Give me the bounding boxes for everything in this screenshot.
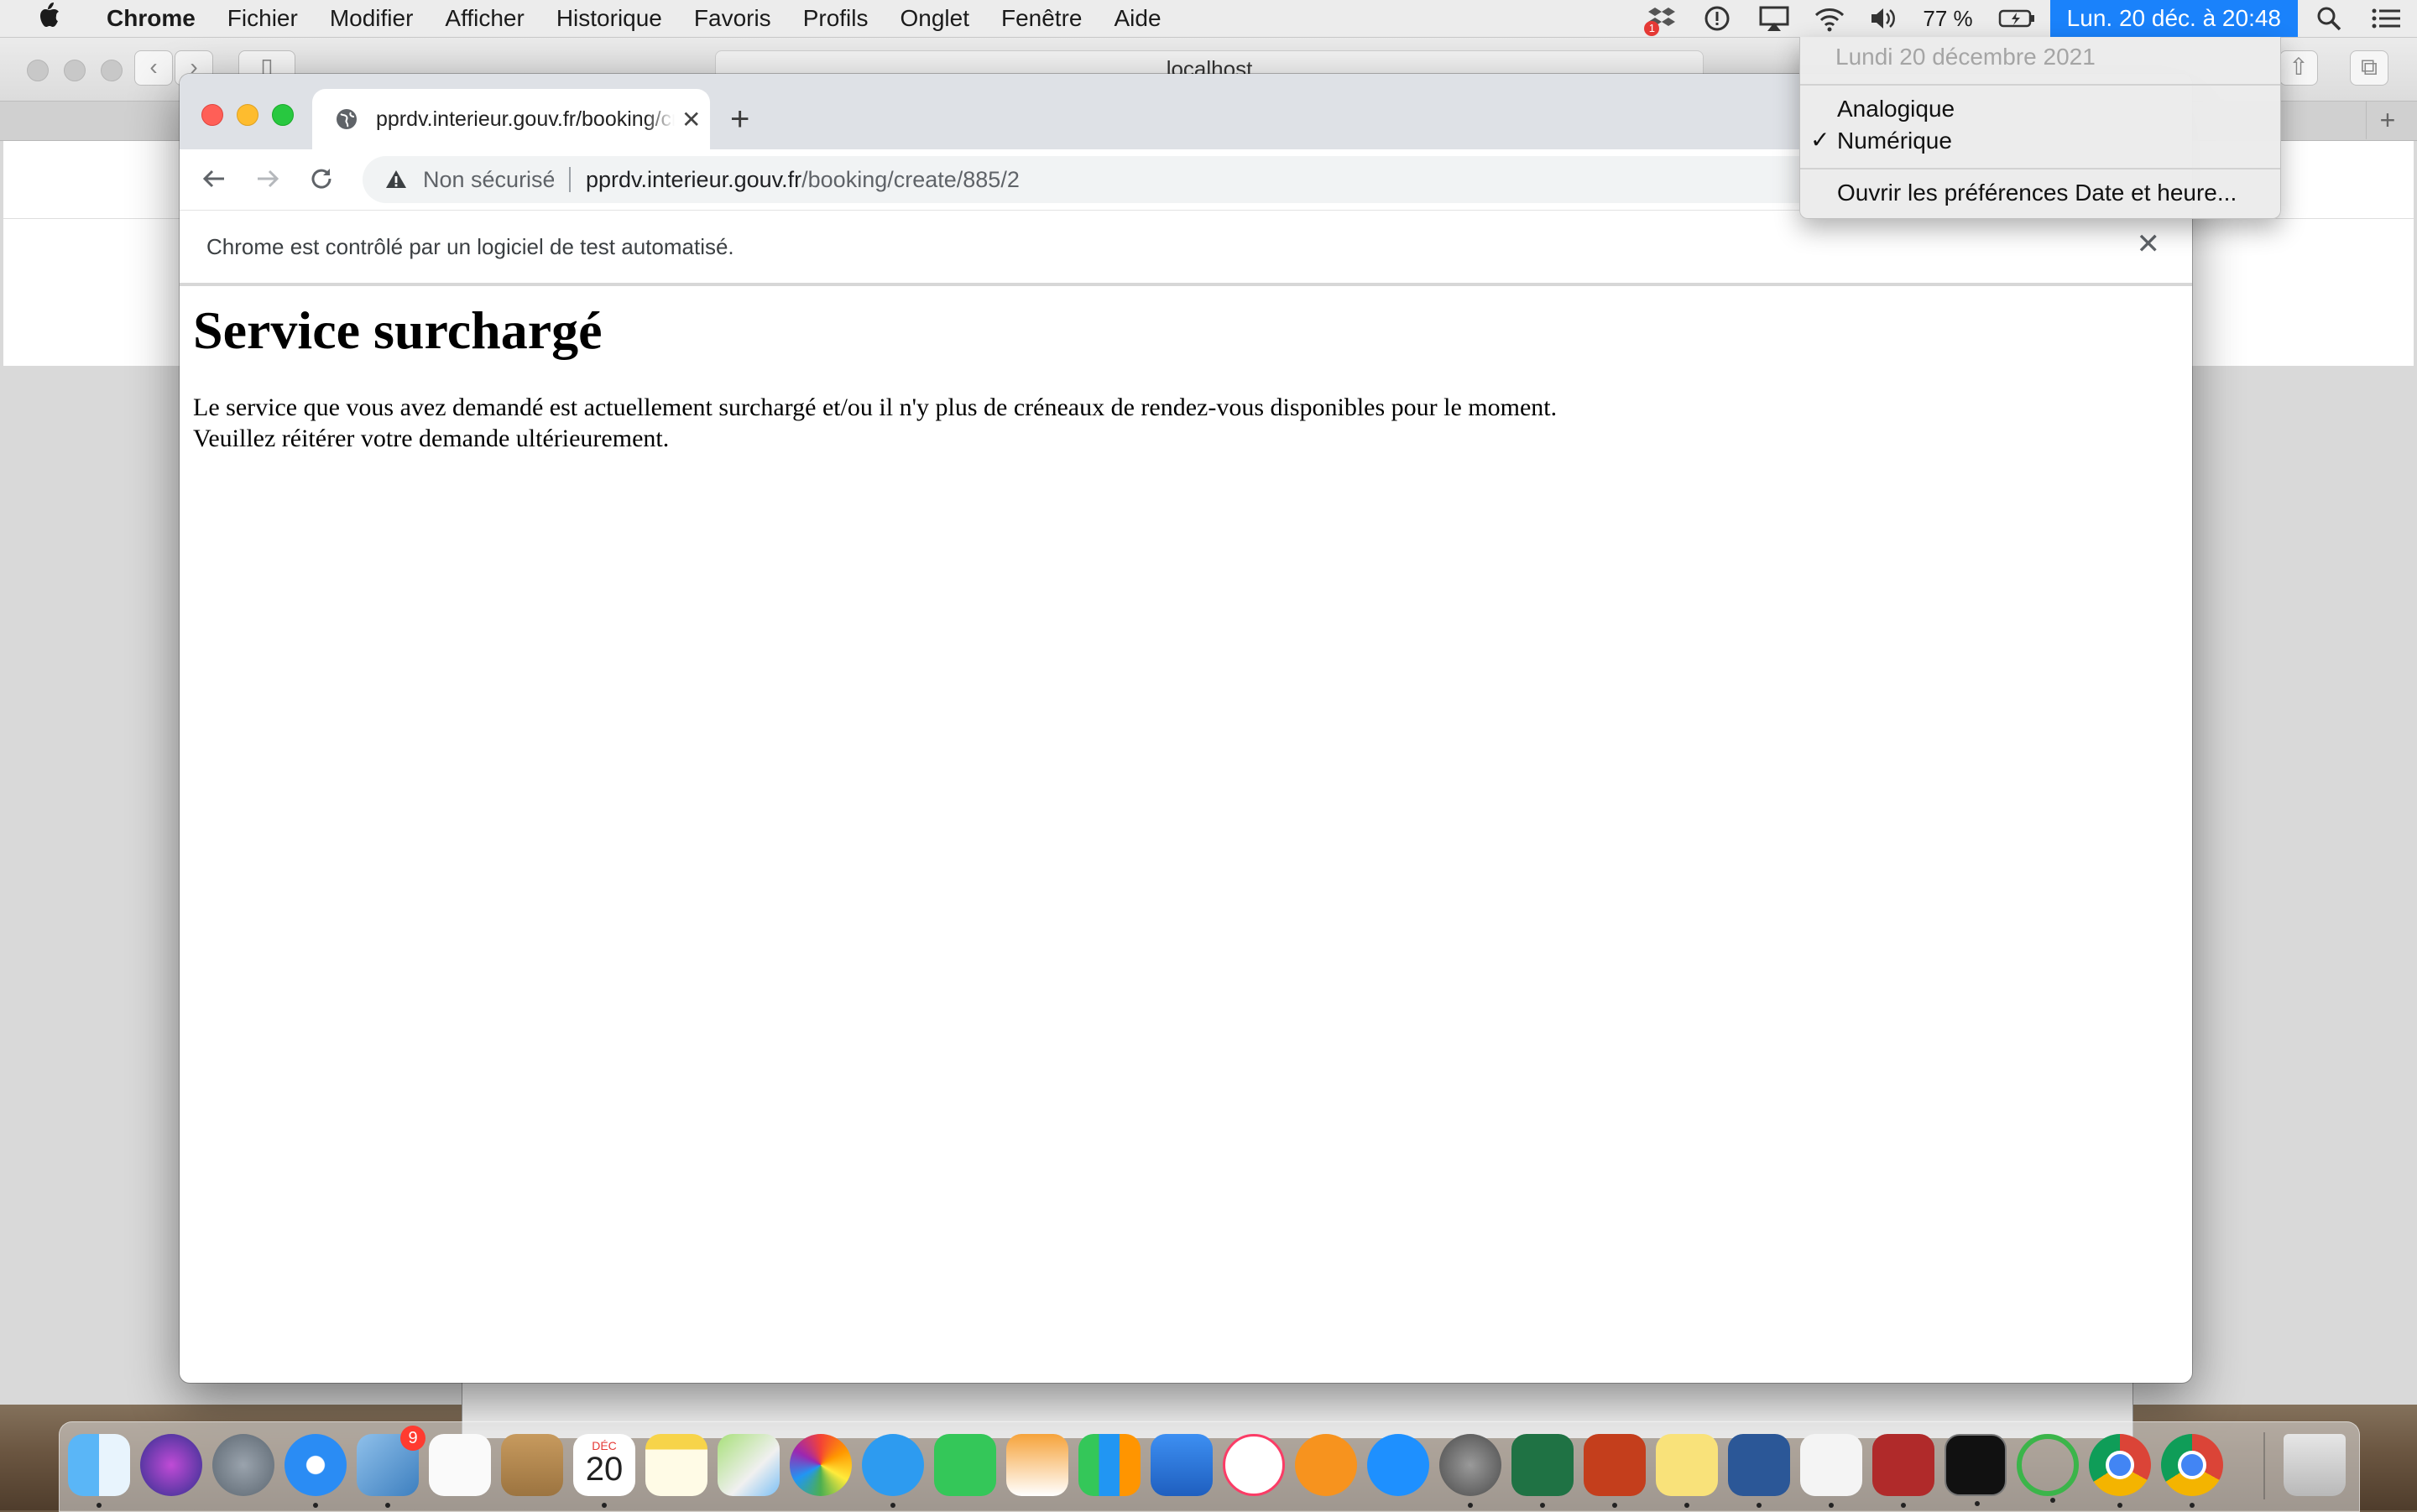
- excel-icon[interactable]: [1511, 1434, 1574, 1508]
- chrome-icon[interactable]: [2089, 1434, 2151, 1508]
- terminal-icon[interactable]: [1945, 1434, 2007, 1506]
- menu-aide[interactable]: Aide: [1098, 5, 1177, 32]
- apple-menu-icon[interactable]: [32, 1, 65, 36]
- page-content: Service surchargé Le service que vous av…: [180, 300, 2192, 454]
- infobar-message: Chrome est contrôlé par un logiciel de t…: [206, 234, 734, 259]
- mail-icon[interactable]: 9: [357, 1426, 425, 1508]
- background-back-button[interactable]: ‹: [134, 50, 173, 86]
- dropbox-badge: 1: [1644, 21, 1660, 36]
- minimize-window-button[interactable]: [237, 104, 258, 126]
- safari-icon[interactable]: [285, 1434, 347, 1508]
- security-label[interactable]: Non sécurisé: [423, 167, 554, 193]
- battery-percentage: 77 %: [1923, 5, 1973, 31]
- forward-arrow-icon[interactable]: [255, 166, 280, 198]
- menu-afficher[interactable]: Afficher: [429, 5, 540, 32]
- page-message-line-1: Le service que vous avez demandé est act…: [193, 394, 1558, 421]
- menu-profils[interactable]: Profils: [787, 5, 885, 32]
- zoom-window-button[interactable]: [272, 104, 294, 126]
- menu-app-name[interactable]: Chrome: [91, 5, 211, 32]
- dock-separator: [2263, 1432, 2265, 1499]
- automation-infobar: Chrome est contrôlé par un logiciel de t…: [180, 211, 2192, 286]
- back-arrow-icon[interactable]: [201, 166, 227, 198]
- close-window-button[interactable]: [201, 104, 223, 126]
- activity-monitor-icon[interactable]: [2017, 1434, 2079, 1503]
- menu-item-numerique[interactable]: Numérique: [1837, 128, 1952, 154]
- url-path[interactable]: /booking/create/885/2: [801, 167, 1020, 193]
- chrome-window: pprdv.interieur.gouv.fr/booking/create/8…: [180, 74, 2192, 1383]
- airplay-icon[interactable]: [1758, 4, 1789, 33]
- reload-icon[interactable]: [309, 166, 334, 198]
- keynote-icon[interactable]: [1151, 1434, 1213, 1496]
- background-tabs-button[interactable]: ⧉: [2350, 50, 2388, 86]
- close-tab-icon[interactable]: ✕: [681, 106, 701, 133]
- active-tab[interactable]: pprdv.interieur.gouv.fr/booking/create/8…: [312, 89, 710, 149]
- new-tab-button[interactable]: +: [730, 102, 749, 136]
- launchpad-icon[interactable]: [212, 1434, 274, 1496]
- zotero-icon[interactable]: [1872, 1434, 1934, 1508]
- checkmark-icon: ✓: [1810, 127, 1830, 153]
- menu-fenetre[interactable]: Fenêtre: [985, 5, 1099, 32]
- notification-center-icon[interactable]: [2370, 4, 2400, 33]
- menubar-status-area: 1 77 % Lun. 20 déc. à 20:48: [1634, 0, 2417, 37]
- stickies-icon[interactable]: [1656, 1434, 1718, 1508]
- pages-icon[interactable]: [1006, 1434, 1068, 1496]
- reminders-icon[interactable]: [429, 1434, 491, 1496]
- calendar-day: 20: [585, 1451, 624, 1488]
- wifi-icon[interactable]: [1814, 4, 1845, 33]
- background-share-button[interactable]: ⇧: [2279, 50, 2318, 86]
- app-store-icon[interactable]: [1367, 1434, 1429, 1496]
- notes-icon[interactable]: [645, 1434, 707, 1496]
- siri-icon[interactable]: [140, 1434, 202, 1496]
- dropbox-icon[interactable]: 1: [1644, 4, 1676, 36]
- date-header: Lundi 20 décembre 2021: [1835, 44, 2096, 70]
- messages-icon[interactable]: [862, 1434, 924, 1508]
- books-icon[interactable]: [1295, 1434, 1357, 1496]
- background-window-controls: [27, 60, 123, 81]
- menu-item-date-preferences[interactable]: Ouvrir les préférences Date et heure...: [1837, 180, 2237, 206]
- contacts-icon[interactable]: [501, 1434, 563, 1496]
- menu-historique[interactable]: Historique: [540, 5, 678, 32]
- calendar-icon[interactable]: DÉC 20: [573, 1434, 635, 1508]
- word-icon[interactable]: [1728, 1434, 1790, 1508]
- page-message-line-2: Veuillez réitérer votre demande ultérieu…: [193, 425, 670, 452]
- chrome-icon[interactable]: [2161, 1434, 2223, 1508]
- menu-fichier[interactable]: Fichier: [211, 5, 314, 32]
- maps-icon[interactable]: [718, 1434, 780, 1496]
- url-host[interactable]: pprdv.interieur.gouv.fr: [586, 167, 801, 193]
- url-separator: [569, 167, 571, 192]
- finder-icon[interactable]: [68, 1434, 130, 1508]
- background-new-tab-button[interactable]: +: [2366, 101, 2409, 139]
- textedit-icon[interactable]: [1800, 1434, 1862, 1508]
- facetime-icon[interactable]: [934, 1434, 996, 1496]
- menubar-clock[interactable]: Lun. 20 déc. à 20:48: [2049, 0, 2298, 37]
- menu-favoris[interactable]: Favoris: [678, 5, 787, 32]
- dock: 9 DÉC 20: [59, 1421, 2360, 1512]
- page-title: Service surchargé: [193, 300, 603, 360]
- close-infobar-icon[interactable]: ✕: [2137, 227, 2161, 261]
- menu-separator: [1800, 168, 2280, 169]
- window-controls: [201, 104, 294, 126]
- menu-onglet[interactable]: Onglet: [884, 5, 985, 32]
- music-icon[interactable]: [1223, 1434, 1285, 1496]
- trash-icon[interactable]: [2284, 1434, 2346, 1496]
- numbers-icon[interactable]: [1078, 1434, 1141, 1496]
- volume-icon[interactable]: [1869, 4, 1898, 33]
- mail-badge: 9: [400, 1426, 425, 1451]
- menu-item-analogique[interactable]: Analogique: [1837, 96, 1955, 123]
- tab-title: pprdv.interieur.gouv.fr/booking/create/8…: [376, 107, 675, 131]
- powerpoint-icon[interactable]: [1584, 1434, 1646, 1508]
- globe-icon: [334, 107, 359, 132]
- menu-modifier[interactable]: Modifier: [314, 5, 430, 32]
- warning-icon[interactable]: [384, 168, 408, 191]
- spotlight-search-icon[interactable]: [2315, 4, 2343, 33]
- clock-dropdown-menu: Lundi 20 décembre 2021 Analogique ✓ Numé…: [1799, 37, 2281, 219]
- battery-icon[interactable]: [1998, 4, 2037, 33]
- macos-menubar: Chrome Fichier Modifier Afficher Histori…: [0, 0, 2417, 38]
- system-preferences-icon[interactable]: [1439, 1434, 1501, 1508]
- photos-icon[interactable]: [790, 1434, 852, 1496]
- menu-separator: [1800, 84, 2280, 86]
- alert-icon[interactable]: [1703, 4, 1731, 33]
